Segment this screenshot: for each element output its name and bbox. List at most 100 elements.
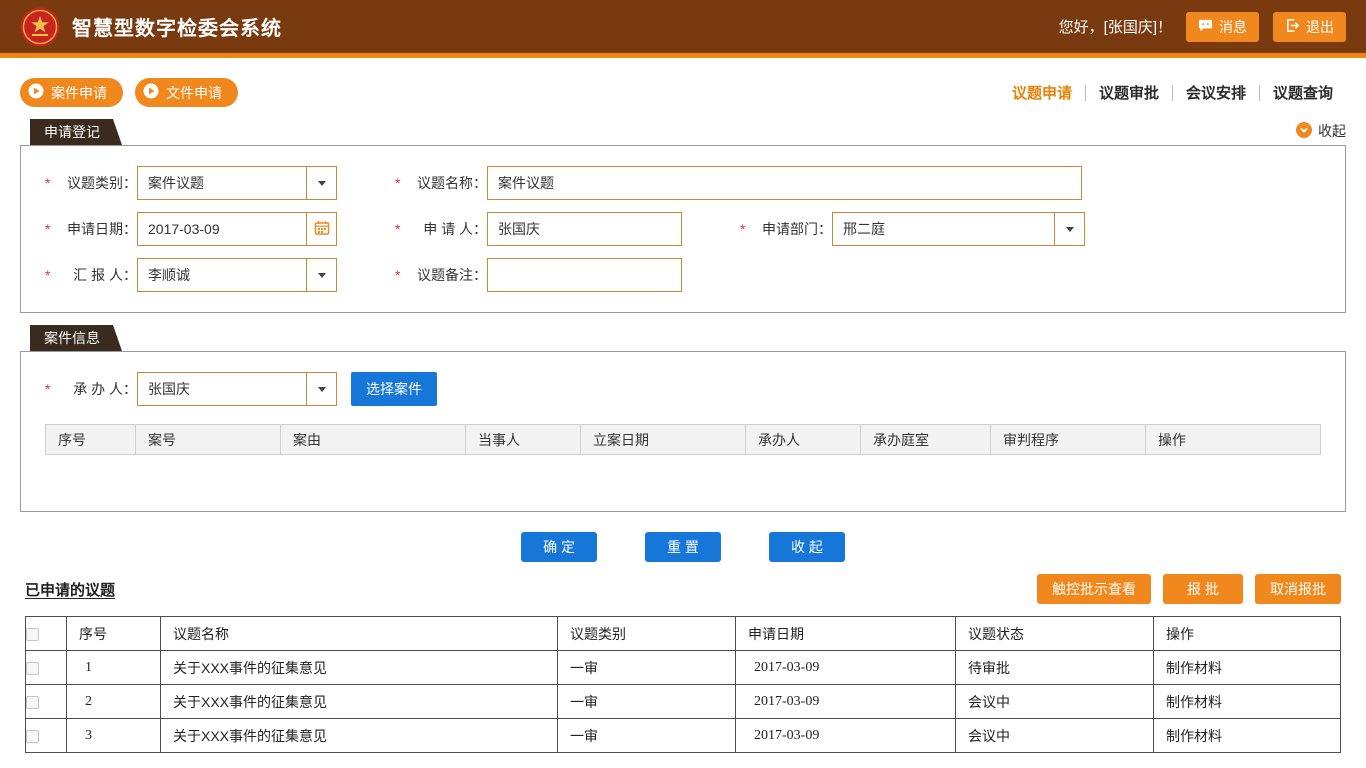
nav-item-topic-approve[interactable]: 议题审批 (1086, 82, 1172, 103)
confirm-button[interactable]: 确 定 (521, 532, 597, 562)
remark-input[interactable] (487, 258, 682, 292)
applied-topics-title: 已申请的议题 (25, 579, 115, 600)
topics-col-action: 操作 (1154, 617, 1341, 651)
apply-date-field: * 申请日期： (45, 212, 337, 246)
applied-topics-actions: 触控批示查看 报 批 取消报批 (1037, 574, 1341, 604)
cell-no: 3 (67, 719, 161, 753)
play-circle-icon (28, 83, 44, 102)
collapse-link-label: 收起 (1318, 121, 1346, 141)
row-checkbox[interactable] (26, 730, 39, 743)
chevron-down-icon (1066, 227, 1074, 232)
nav-item-topic-query[interactable]: 议题查询 (1260, 82, 1346, 103)
topics-col-date: 申请日期 (736, 617, 956, 651)
cell-apply-date: 2017-03-09 (736, 719, 956, 753)
remark-label: 议题备注： (407, 265, 487, 285)
logout-button[interactable]: 退出 (1273, 12, 1346, 42)
case-info-panel: * 承 办 人： 张国庆 选择案件 序号 案号 案由 当事人 立案日期 承办人 (20, 351, 1346, 512)
dropdown-button[interactable] (306, 259, 336, 291)
cell-action-make-materials[interactable]: 制作材料 (1154, 651, 1341, 685)
file-apply-button[interactable]: 文件申请 (135, 78, 238, 107)
header-right: 您好，[张国庆]！ 消息 退出 (1059, 12, 1346, 42)
select-all-cell (26, 617, 67, 651)
messages-button[interactable]: 消息 (1186, 12, 1259, 42)
topic-name-input[interactable] (487, 166, 1082, 200)
select-case-button[interactable]: 选择案件 (351, 372, 437, 406)
row-checkbox-cell (26, 651, 67, 685)
user-greeting: 您好，[张国庆]！ (1059, 16, 1172, 37)
cell-topic-name: 关于XXX事件的征集意见 (161, 685, 558, 719)
apply-dept-select[interactable]: 邢二庭 (832, 212, 1085, 246)
chevron-down-icon (318, 273, 326, 278)
case-col-cause: 案由 (281, 425, 466, 455)
apply-form-panel: * 议题类别： 案件议题 * 议题名称： * 申请日期： (20, 145, 1346, 313)
collapse-button[interactable]: 收 起 (769, 532, 845, 562)
row-checkbox[interactable] (26, 662, 39, 675)
cell-topic-name: 关于XXX事件的征集意见 (161, 719, 558, 753)
apply-date-input[interactable] (138, 213, 306, 245)
topic-type-select[interactable]: 案件议题 (137, 166, 337, 200)
reset-button[interactable]: 重 置 (645, 532, 721, 562)
required-marker: * (45, 175, 53, 191)
topics-col-status: 议题状态 (956, 617, 1154, 651)
cell-no: 1 (67, 651, 161, 685)
applied-topics-head: 已申请的议题 触控批示查看 报 批 取消报批 (25, 574, 1341, 604)
case-col-undertaker: 承办人 (746, 425, 861, 455)
dropdown-button[interactable] (306, 373, 336, 405)
apply-dept-value: 邢二庭 (833, 213, 1054, 245)
logout-icon (1285, 18, 1300, 36)
required-marker: * (45, 381, 53, 397)
case-table-header-row: 序号 案号 案由 当事人 立案日期 承办人 承办庭室 审判程序 操作 (46, 425, 1321, 455)
topics-header-row: 序号 议题名称 议题类别 申请日期 议题状态 操作 (26, 617, 1341, 651)
table-row: 1 关于XXX事件的征集意见 一审 2017-03-09 待审批 制作材料 (26, 651, 1341, 685)
case-apply-button[interactable]: 案件申请 (20, 78, 123, 107)
case-col-party: 当事人 (466, 425, 581, 455)
cell-apply-date: 2017-03-09 (736, 651, 956, 685)
row-checkbox[interactable] (26, 696, 39, 709)
case-col-filing-date: 立案日期 (581, 425, 746, 455)
remark-field: * 议题备注： (395, 258, 682, 292)
topics-col-type: 议题类别 (558, 617, 736, 651)
app-title: 智慧型数字检委会系统 (72, 12, 282, 41)
cell-status: 会议中 (956, 685, 1154, 719)
apply-form-section-tab: 申请登记 (30, 119, 122, 145)
messages-button-label: 消息 (1219, 17, 1247, 37)
dropdown-button[interactable] (306, 167, 336, 199)
reporter-label: 汇 报 人： (57, 265, 137, 285)
nav-item-meeting-arrange[interactable]: 会议安排 (1173, 82, 1259, 103)
row-checkbox-cell (26, 719, 67, 753)
file-apply-label: 文件申请 (166, 83, 222, 103)
cell-topic-name: 关于XXX事件的征集意见 (161, 651, 558, 685)
cell-status: 会议中 (956, 719, 1154, 753)
play-circle-icon (143, 83, 159, 102)
touch-review-button[interactable]: 触控批示查看 (1037, 574, 1151, 604)
required-marker: * (45, 267, 53, 283)
cell-status: 待审批 (956, 651, 1154, 685)
row-checkbox-cell (26, 685, 67, 719)
required-marker: * (395, 221, 403, 237)
cell-topic-type: 一审 (558, 651, 736, 685)
required-marker: * (395, 175, 403, 191)
topic-type-field: * 议题类别： 案件议题 (45, 166, 337, 200)
form-row-3: * 汇 报 人： 李顺诚 * 议题备注： (45, 258, 1321, 292)
table-row: 3 关于XXX事件的征集意见 一审 2017-03-09 会议中 制作材料 (26, 719, 1341, 753)
cancel-approval-button[interactable]: 取消报批 (1255, 574, 1341, 604)
reporter-select[interactable]: 李顺诚 (137, 258, 337, 292)
calendar-button[interactable] (306, 213, 336, 245)
undertaker-select[interactable]: 张国庆 (137, 372, 337, 406)
submit-approval-button[interactable]: 报 批 (1163, 574, 1243, 604)
cell-action-make-materials[interactable]: 制作材料 (1154, 685, 1341, 719)
apply-date-label: 申请日期： (57, 219, 137, 239)
chevron-down-icon (318, 181, 326, 186)
case-apply-label: 案件申请 (51, 83, 107, 103)
nav-item-topic-apply[interactable]: 议题申请 (999, 82, 1085, 103)
undertaker-field: * 承 办 人： 张国庆 (45, 372, 337, 406)
toolbar-row: 案件申请 文件申请 议题申请 议题审批 会议安排 议题查询 (0, 58, 1366, 107)
collapse-link[interactable]: 收起 (1296, 121, 1346, 145)
dropdown-button[interactable] (1054, 213, 1084, 245)
reporter-field: * 汇 报 人： 李顺诚 (45, 258, 337, 292)
cell-action-make-materials[interactable]: 制作材料 (1154, 719, 1341, 753)
case-info-section-tab: 案件信息 (30, 325, 122, 351)
undertaker-value: 张国庆 (138, 373, 306, 405)
applicant-input[interactable] (487, 212, 682, 246)
select-all-checkbox[interactable] (26, 628, 39, 641)
